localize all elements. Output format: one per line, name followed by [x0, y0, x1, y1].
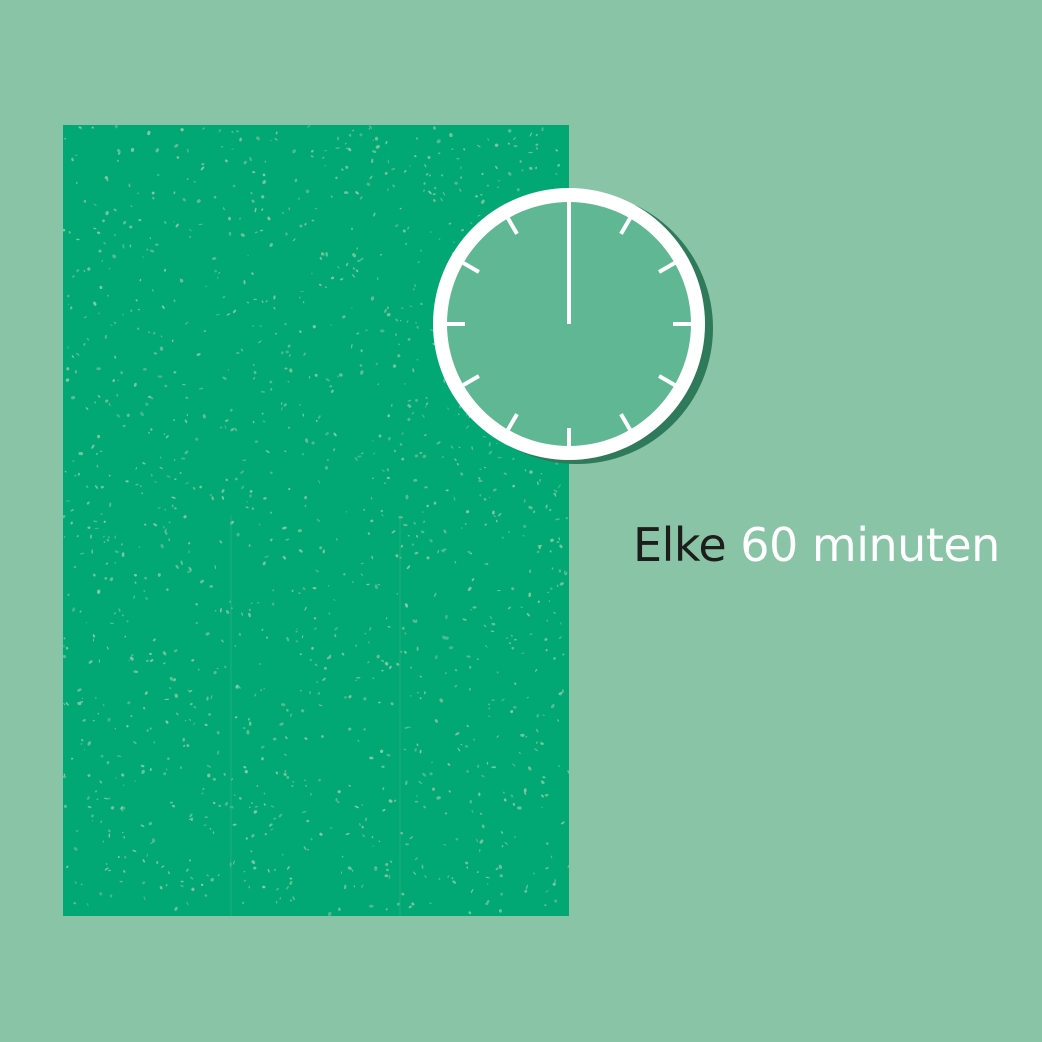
speckle	[501, 844, 504, 848]
speckle	[488, 715, 491, 717]
speckle	[216, 667, 219, 670]
caption-word-light: 60 minuten	[740, 518, 1000, 572]
illustration: Elke 60 minuten	[0, 0, 1042, 1042]
speckle	[351, 227, 353, 231]
speckle	[414, 800, 419, 803]
speckle	[76, 238, 80, 241]
caption-word-dark: Elke	[633, 518, 727, 572]
caption: Elke 60 minuten	[633, 514, 1000, 576]
speckle	[209, 585, 213, 588]
speckle	[168, 538, 171, 542]
clock-icon	[433, 188, 713, 464]
speckle	[288, 207, 291, 211]
speckle	[173, 220, 175, 223]
speckle	[556, 584, 559, 588]
speckle	[445, 672, 447, 674]
